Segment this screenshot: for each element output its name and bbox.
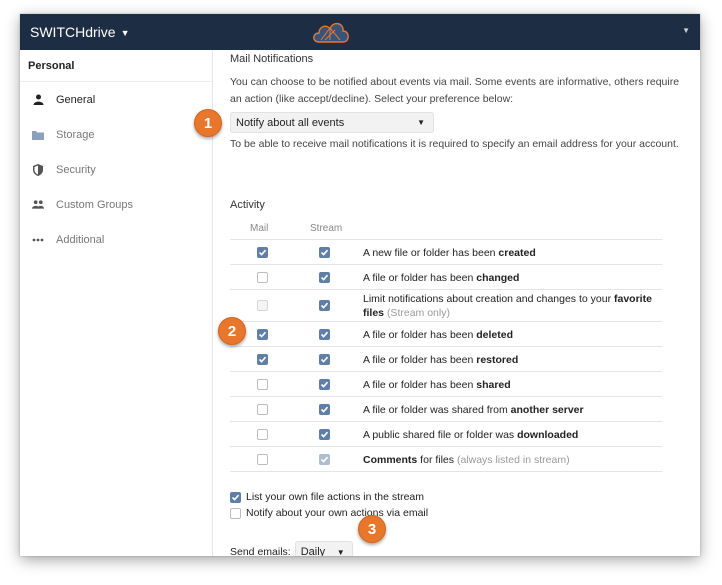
app-menu-button[interactable]: SWITCHdrive ▼	[30, 24, 129, 40]
user-menu-chevron-icon[interactable]: ▼	[682, 26, 690, 35]
main-content: Mail Notifications You can choose to be …	[214, 50, 700, 556]
shield-icon	[32, 163, 44, 176]
app-title: SWITCHdrive	[30, 24, 116, 40]
table-row: A new file or folder has been created	[230, 240, 662, 265]
notify-own-actions-option[interactable]: Notify about your own actions via email	[230, 507, 428, 519]
chevron-down-icon: ▼	[120, 28, 130, 38]
sidebar-item-general[interactable]: General	[20, 82, 212, 117]
stream-checkbox[interactable]	[319, 272, 330, 283]
select-value: Daily	[300, 546, 326, 556]
notify-own-actions-checkbox[interactable]	[230, 507, 241, 519]
chevron-down-icon: ▼	[417, 118, 425, 127]
callout-badge-2: 2	[218, 317, 246, 345]
folder-icon	[32, 130, 44, 140]
group-icon	[32, 199, 44, 210]
mail-checkbox[interactable]	[257, 429, 268, 440]
select-value: Notify about all events	[236, 116, 345, 129]
notify-own-actions-label: Notify about your own actions via email	[246, 507, 429, 519]
sidebar-item-label: Storage	[56, 128, 95, 141]
table-row: A file or folder has been changed	[230, 265, 662, 290]
sidebar-item-additional[interactable]: Additional	[20, 222, 212, 257]
list-own-actions-label: List your own file actions in the stream	[246, 491, 424, 503]
list-own-actions-option[interactable]: List your own file actions in the stream	[230, 491, 424, 503]
mail-checkbox[interactable]	[257, 354, 268, 365]
table-row: A file or folder has been shared	[230, 372, 662, 397]
sidebar: Personal General Storage Security Custom…	[20, 50, 213, 556]
sidebar-item-custom-groups[interactable]: Custom Groups	[20, 187, 212, 222]
send-frequency-select[interactable]: Daily ▼	[294, 541, 353, 556]
stream-checkbox	[319, 454, 330, 465]
sidebar-item-label: Additional	[56, 233, 105, 246]
column-header-mail: Mail	[250, 223, 269, 234]
column-header-stream: Stream	[310, 223, 343, 234]
activity-description: A new file or folder has been created	[363, 247, 536, 259]
mail-checkbox[interactable]	[257, 329, 268, 340]
activity-description: Comments for files (always listed in str…	[363, 454, 570, 466]
table-row: A file or folder has been deleted	[230, 322, 662, 347]
table-row: Limit notifications about creation and c…	[230, 290, 662, 322]
section-title: Mail Notifications	[230, 53, 314, 65]
mail-checkbox[interactable]	[257, 454, 268, 465]
stream-checkbox[interactable]	[319, 429, 330, 440]
callout-badge-1: 1	[194, 109, 222, 137]
cloud-logo-icon[interactable]	[310, 18, 352, 46]
activity-description: Limit notifications about creation and c…	[363, 293, 652, 319]
stream-checkbox[interactable]	[319, 329, 330, 340]
activity-description: A file or folder has been changed	[363, 272, 520, 284]
send-emails-row: Send emails: Daily ▼	[230, 541, 353, 556]
sidebar-heading: Personal	[20, 50, 212, 82]
table-row: A file or folder has been restored	[230, 347, 662, 372]
stream-checkbox[interactable]	[319, 300, 330, 311]
activity-description: A public shared file or folder was downl…	[363, 429, 579, 441]
sidebar-item-label: Custom Groups	[56, 198, 134, 211]
mail-checkbox[interactable]	[257, 272, 268, 283]
sidebar-item-storage[interactable]: Storage	[20, 117, 212, 152]
table-row: A public shared file or folder was downl…	[230, 422, 662, 447]
activity-heading: Activity	[230, 199, 265, 211]
mail-checkbox[interactable]	[257, 379, 268, 390]
email-requirement-note: To be able to receive mail notifications…	[230, 138, 679, 150]
stream-checkbox[interactable]	[319, 247, 330, 258]
callout-badge-3: 3	[358, 515, 386, 543]
app-window: SWITCHdrive ▼ ▼ Personal General Storage	[20, 14, 700, 556]
top-bar: SWITCHdrive ▼ ▼	[20, 14, 700, 50]
stream-checkbox[interactable]	[319, 354, 330, 365]
section-description: You can choose to be notified about even…	[230, 76, 680, 105]
mail-checkbox[interactable]	[257, 247, 268, 258]
table-row: A file or folder was shared from another…	[230, 397, 662, 422]
activity-description: A file or folder has been shared	[363, 379, 511, 391]
list-own-actions-checkbox[interactable]	[230, 491, 241, 503]
activity-description: A file or folder has been deleted	[363, 329, 514, 341]
mail-checkbox	[257, 300, 268, 311]
notification-mode-select[interactable]: Notify about all events ▼	[230, 112, 434, 133]
sidebar-item-label: General	[56, 93, 96, 106]
mail-checkbox[interactable]	[257, 404, 268, 415]
user-icon	[32, 94, 44, 105]
table-row: Comments for files (always listed in str…	[230, 447, 662, 472]
send-emails-label: Send emails:	[230, 546, 291, 556]
stream-checkbox[interactable]	[319, 379, 330, 390]
chevron-down-icon: ▼	[336, 548, 345, 556]
activity-description: A file or folder was shared from another…	[363, 404, 584, 416]
sidebar-item-security[interactable]: Security	[20, 152, 212, 187]
sidebar-item-label: Security	[56, 163, 96, 176]
activity-description: A file or folder has been restored	[363, 354, 519, 366]
stream-checkbox[interactable]	[319, 404, 330, 415]
activity-table: A new file or folder has been created A …	[230, 239, 662, 472]
more-icon	[32, 238, 44, 242]
